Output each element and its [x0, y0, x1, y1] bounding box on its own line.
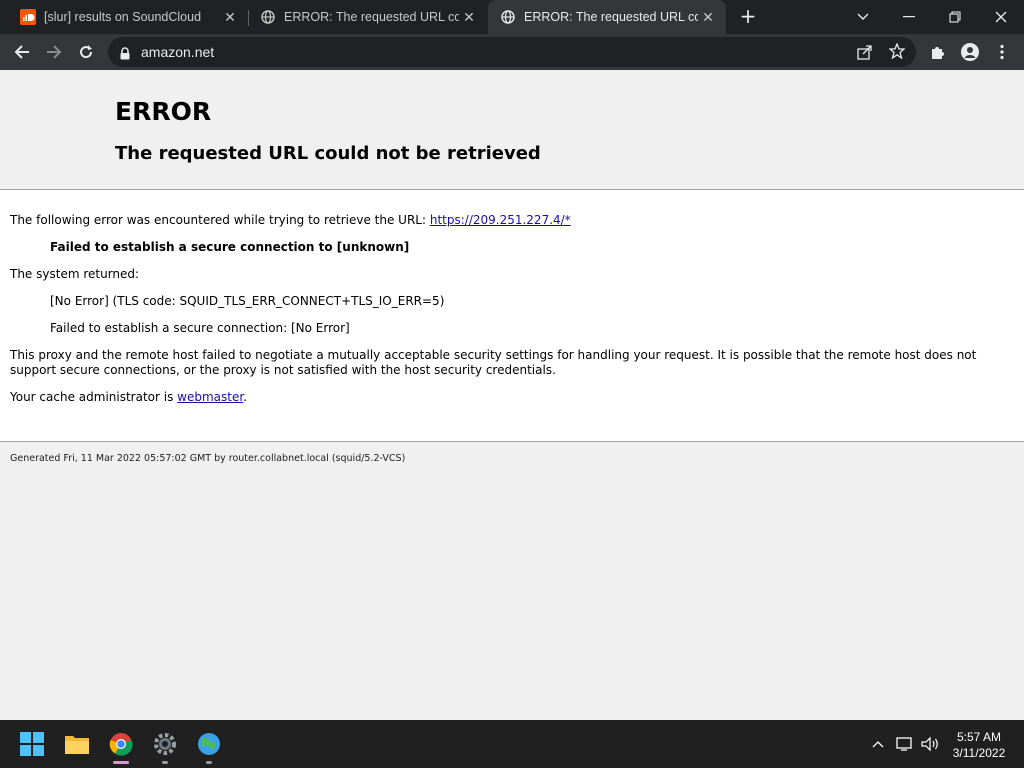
tab-soundcloud[interactable]: [slur] results on SoundCloud ✕	[0, 0, 248, 34]
clock-date: 3/11/2022	[952, 746, 1006, 760]
arrow-left-icon	[14, 45, 29, 59]
reload-button[interactable]	[74, 40, 98, 64]
share-icon[interactable]	[857, 44, 873, 64]
network-icon[interactable]	[895, 734, 915, 754]
error-explanation: This proxy and the remote host failed to…	[10, 348, 977, 377]
windows-start-icon[interactable]	[16, 728, 48, 760]
chevron-up-icon[interactable]	[868, 734, 888, 754]
settings-icon[interactable]	[149, 728, 181, 764]
browser-toolbar: amazon.net	[0, 34, 1024, 70]
error-url-link[interactable]: https://209.251.227.4/*	[430, 213, 571, 227]
text-cursor-icon	[318, 48, 326, 68]
tab-strip: [slur] results on SoundCloud ✕ ERROR: Th…	[0, 0, 1024, 34]
tab-title: [slur] results on SoundCloud	[44, 10, 202, 24]
error-body: The following error was encountered whil…	[0, 190, 1024, 442]
file-explorer-icon[interactable]	[61, 728, 93, 760]
page-title: ERROR	[115, 97, 212, 126]
chevron-down-icon	[857, 13, 869, 20]
tab-error-2-active[interactable]: ERROR: The requested URL could not be re…	[488, 0, 726, 34]
reload-icon	[80, 45, 93, 59]
profile-button[interactable]	[958, 40, 982, 64]
error-header: ERROR The requested URL could not be ret…	[0, 70, 1024, 190]
new-tab-button[interactable]: +	[737, 6, 759, 28]
chrome-icon[interactable]	[105, 728, 137, 764]
page-content: ERROR The requested URL could not be ret…	[0, 70, 1024, 720]
error-intro: The following error was encountered whil…	[10, 213, 571, 227]
menu-button[interactable]	[990, 40, 1014, 64]
puzzle-icon	[932, 47, 944, 59]
running-indicator	[206, 761, 212, 764]
url-text[interactable]: amazon.net	[141, 44, 214, 60]
avatar-icon	[961, 43, 979, 61]
maps-icon[interactable]	[193, 728, 225, 764]
page-subtitle: The requested URL could not be retrieved	[115, 143, 541, 164]
extensions-button[interactable]	[926, 40, 950, 64]
volume-icon[interactable]	[920, 734, 940, 754]
cache-admin: Your cache administrator is webmaster.	[10, 390, 247, 404]
tab-search-button[interactable]	[840, 0, 886, 34]
back-button[interactable]	[10, 40, 34, 64]
error-detail: Failed to establish a secure connection …	[50, 240, 410, 254]
address-bar[interactable]: amazon.net	[108, 37, 916, 67]
arrow-right-icon	[47, 45, 62, 59]
close-icon[interactable]: ✕	[220, 9, 240, 26]
more-vert-icon	[1000, 44, 1004, 60]
tls-code: [No Error] (TLS code: SQUID_TLS_ERR_CONN…	[50, 294, 445, 308]
globe-icon	[260, 9, 276, 25]
admin-suffix: .	[243, 390, 248, 404]
close-icon[interactable]: ✕	[698, 9, 718, 26]
admin-prefix: Your cache administrator is	[10, 390, 178, 404]
globe-icon	[500, 9, 516, 25]
lock-icon[interactable]	[120, 45, 130, 64]
webmaster-link[interactable]: webmaster	[177, 390, 243, 404]
close-icon	[995, 11, 1007, 23]
soundcloud-icon	[20, 9, 36, 25]
tab-title: ERROR: The requested URL could not be re…	[284, 10, 459, 24]
close-window-button[interactable]	[978, 0, 1024, 34]
intro-text: The following error was encountered whil…	[10, 213, 430, 227]
system-clock[interactable]: 5:57 AM 3/11/2022	[944, 729, 1014, 761]
secure-connection-error: Failed to establish a secure connection:…	[50, 321, 350, 335]
minimize-button[interactable]	[886, 0, 932, 34]
taskbar: 5:57 AM 3/11/2022	[0, 720, 1024, 768]
restore-icon	[949, 11, 961, 23]
forward-button[interactable]	[42, 40, 66, 64]
restore-button[interactable]	[932, 0, 978, 34]
star-icon[interactable]	[888, 42, 906, 63]
generated-footer: Generated Fri, 11 Mar 2022 05:57:02 GMT …	[10, 453, 406, 464]
tab-title: ERROR: The requested URL could not be re…	[524, 10, 698, 24]
minimize-icon	[903, 16, 915, 18]
system-returned-label: The system returned:	[10, 267, 140, 281]
running-indicator	[162, 761, 168, 764]
active-indicator	[113, 761, 129, 764]
tab-error-1[interactable]: ERROR: The requested URL could not be re…	[249, 0, 487, 34]
close-icon[interactable]: ✕	[459, 9, 479, 26]
clock-time: 5:57 AM	[956, 730, 1002, 744]
